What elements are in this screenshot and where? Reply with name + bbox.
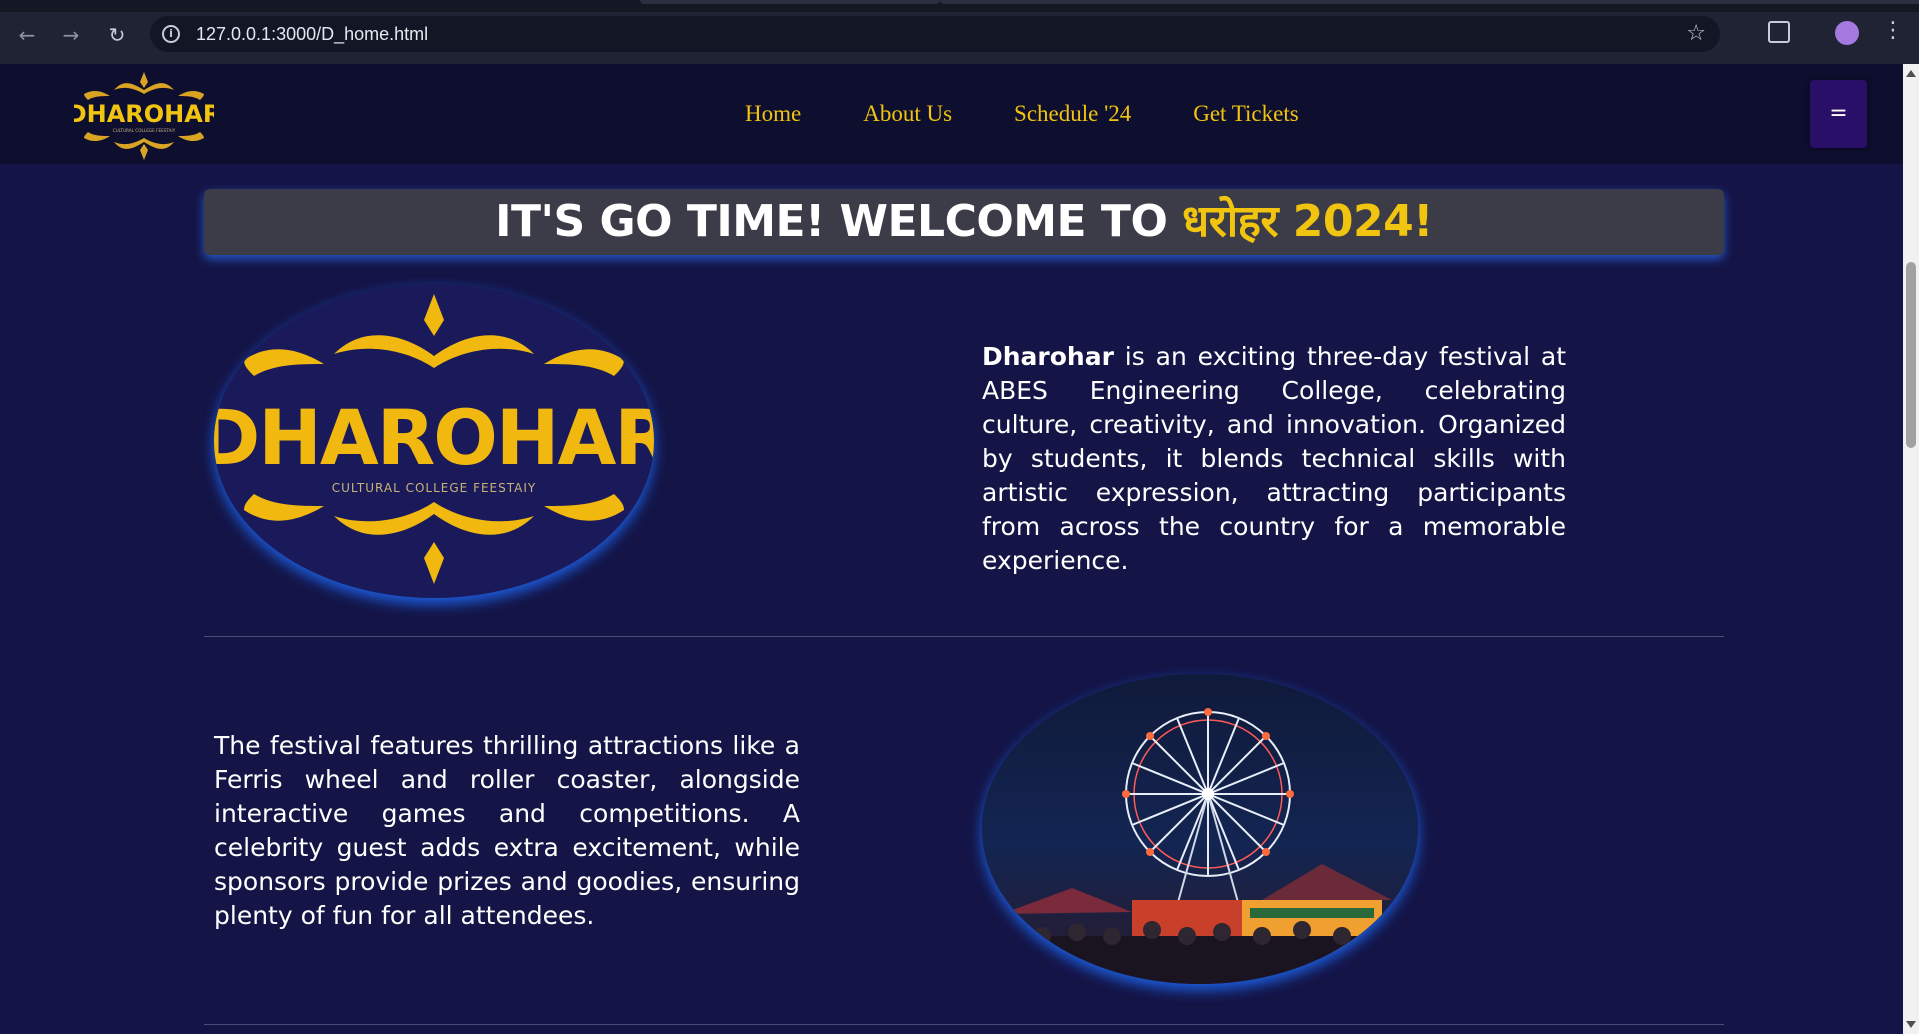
ferris-wheel-image <box>982 674 1418 984</box>
logo-subtitle: CULTURAL COLLEGE FEESTAIY <box>113 128 176 133</box>
reload-button[interactable]: ↻ <box>104 22 130 48</box>
tab-edge[interactable] <box>940 0 1919 4</box>
logo-large-title: DHAROHAR <box>214 393 654 482</box>
logo-large-subtitle: CULTURAL COLLEGE FEESTAIY <box>332 481 537 495</box>
page-scrollbar[interactable] <box>1903 64 1919 1034</box>
nav-about-us[interactable]: About Us <box>863 101 952 127</box>
tab-edge[interactable] <box>640 0 940 4</box>
puzzle-icon[interactable] <box>1768 21 1790 43</box>
festival-intro-text: Dharohar is an exciting three-day festiv… <box>982 340 1566 578</box>
main-nav: Home About Us Schedule '24 Get Tickets <box>745 64 1361 164</box>
section-divider <box>204 1024 1724 1025</box>
nav-schedule[interactable]: Schedule '24 <box>1014 101 1131 127</box>
menu-toggle-button[interactable]: = <box>1810 80 1867 148</box>
banner-accent-text: धरोहर 2024! <box>1182 196 1433 247</box>
logo-title: DHAROHAR <box>74 100 214 128</box>
nav-home[interactable]: Home <box>745 101 801 127</box>
arrow-right-icon: → <box>62 23 80 47</box>
site-header: DHAROHAR CULTURAL COLLEGE FEESTAIY Home … <box>0 64 1903 164</box>
festival-logo-image: DHAROHAR CULTURAL COLLEGE FEESTAIY <box>214 284 654 598</box>
site-info-icon[interactable]: i <box>162 25 180 43</box>
arrow-left-icon: ← <box>18 23 36 47</box>
festival-attractions-text: The festival features thrilling attracti… <box>214 731 800 930</box>
star-icon[interactable]: ☆ <box>1686 16 1706 52</box>
nav-get-tickets[interactable]: Get Tickets <box>1193 101 1298 127</box>
forward-button[interactable]: → <box>58 22 84 48</box>
avatar[interactable] <box>1835 21 1859 45</box>
back-button[interactable]: ← <box>14 22 40 48</box>
scrollbar-thumb[interactable] <box>1906 262 1916 448</box>
scroll-up-icon[interactable] <box>1906 70 1916 77</box>
scroll-down-icon[interactable] <box>1906 1021 1916 1028</box>
welcome-banner: IT'S GO TIME! WELCOME TO धरोहर 2024! <box>204 189 1724 255</box>
banner-text: IT'S GO TIME! WELCOME TO <box>495 196 1183 247</box>
festival-intro-body: is an exciting three-day festival at ABE… <box>982 342 1566 575</box>
address-bar[interactable]: i 127.0.0.1:3000/D_home.html ☆ <box>150 16 1720 52</box>
festival-name: Dharohar <box>982 342 1114 371</box>
url-text[interactable]: 127.0.0.1:3000/D_home.html <box>196 16 428 52</box>
tab-strip <box>0 0 1919 12</box>
reload-icon: ↻ <box>108 23 126 47</box>
vertical-dots-icon[interactable]: ⋮ <box>1882 18 1904 44</box>
section-divider <box>204 636 1724 637</box>
dharohar-logo[interactable]: DHAROHAR CULTURAL COLLEGE FEESTAIY <box>74 70 214 162</box>
browser-toolbar: ← → ↻ i 127.0.0.1:3000/D_home.html ☆ ⋮ <box>0 0 1919 64</box>
